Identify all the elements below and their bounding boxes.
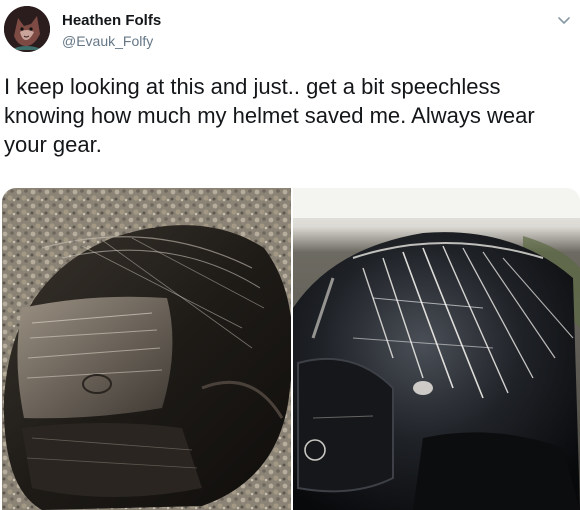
author-avatar[interactable] bbox=[4, 6, 50, 52]
author-handle[interactable]: @Evauk_Folfy bbox=[62, 33, 153, 49]
tweet-text: I keep looking at this and just.. get a … bbox=[4, 74, 535, 157]
chevron-down-icon[interactable] bbox=[556, 12, 572, 28]
photo-helmet-scraped-side[interactable] bbox=[2, 188, 291, 510]
wolf-avatar-icon bbox=[4, 6, 50, 52]
author-name[interactable]: Heathen Folfs bbox=[62, 12, 161, 29]
tweet-media-grid[interactable] bbox=[2, 188, 580, 510]
photo-helmet-scraped-top[interactable] bbox=[293, 188, 580, 510]
helmet-photo-right bbox=[293, 188, 580, 510]
helmet-photo-left bbox=[2, 188, 291, 510]
tweet-card: Heathen Folfs @Evauk_Folfy I keep lookin… bbox=[0, 0, 580, 510]
